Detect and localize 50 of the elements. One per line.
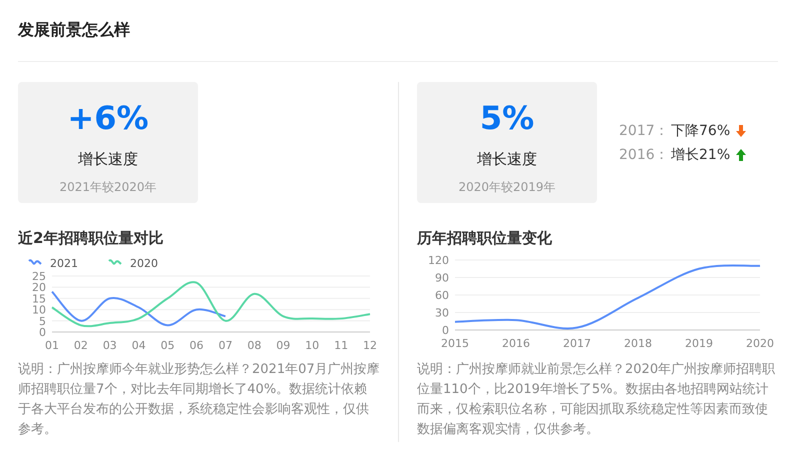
description-text: 说明：广州按摩师就业前景怎么样？2020年广州按摩师招聘职位量110个，比2019年增长了5%。数据由各地招聘网站统计而来，仅检索职位名称，可能因抓取系统稳定性等因素而致使数据偏离客观实情，仅供参考。 — [417, 361, 776, 439]
axis-label: 01 — [45, 339, 59, 352]
axis-label: 04 — [132, 339, 146, 352]
axis-label: 60 — [435, 289, 449, 302]
axis-label: 25 — [32, 270, 46, 283]
axis-label: 03 — [102, 339, 117, 352]
axis-label: 0 — [442, 324, 449, 337]
legend-label: 2020 — [130, 256, 158, 270]
axis-label: 2016 — [502, 337, 530, 350]
growth-label: 增长速度 — [477, 150, 537, 169]
axis-label: 06 — [190, 339, 204, 352]
axis-label: 2019 — [685, 337, 713, 350]
chart-title: 近2年招聘职位量对比 — [18, 229, 164, 248]
growth-value: +6% — [67, 98, 149, 138]
axis-label: 2018 — [624, 337, 652, 350]
axis-label: 2017 — [563, 337, 591, 350]
axis-label: 07 — [218, 339, 232, 352]
description-text: 说明：广州按摩师今年就业形势怎么样？2021年07月广州按摩师招聘职位量7个，对比去年同期增长了40%。数据统计依赖于各大平台发布的公开数据，系统稳定性会影响客观性，仅供参考。 — [18, 361, 380, 439]
axis-label: 20 — [32, 281, 46, 294]
section-title: 发展前景怎么样 — [18, 20, 130, 41]
axis-label: 2020 — [746, 337, 774, 350]
axis-label: 10 — [305, 339, 320, 352]
growth-value: 5% — [480, 98, 534, 138]
axis-label: 08 — [247, 339, 262, 352]
axis-label: 120 — [428, 254, 449, 267]
axis-label: 05 — [160, 339, 175, 352]
axis-label: 5 — [39, 314, 46, 328]
growth-label: 增长速度 — [78, 150, 138, 169]
axis-label: 12 — [363, 339, 377, 352]
down-arrow-icon — [736, 124, 746, 136]
axis-label: 30 — [435, 306, 449, 320]
axis-label: 90 — [435, 272, 449, 284]
axis-label: 02 — [74, 339, 88, 352]
axis-label: 11 — [334, 339, 348, 352]
legend-label: 2021 — [50, 256, 78, 270]
axis-label: 2015 — [441, 337, 469, 350]
up-arrow-icon — [736, 148, 746, 160]
axis-label: 10 — [32, 304, 46, 317]
chart-title: 历年招聘职位量变化 — [417, 229, 553, 248]
legend-wave-icon — [108, 259, 122, 267]
comparison-caption: 2020年较2019年 — [458, 179, 556, 196]
legend-wave-icon — [28, 259, 42, 267]
change-text: 下降76% — [671, 122, 730, 140]
year-label: 2016： — [619, 146, 670, 164]
axis-label: 15 — [32, 292, 46, 306]
year-label: 2017： — [619, 122, 670, 140]
change-text: 增长21% — [671, 146, 730, 164]
axis-label: 09 — [276, 339, 290, 352]
axis-label: 0 — [39, 326, 46, 339]
comparison-caption: 2021年较2020年 — [59, 179, 157, 196]
